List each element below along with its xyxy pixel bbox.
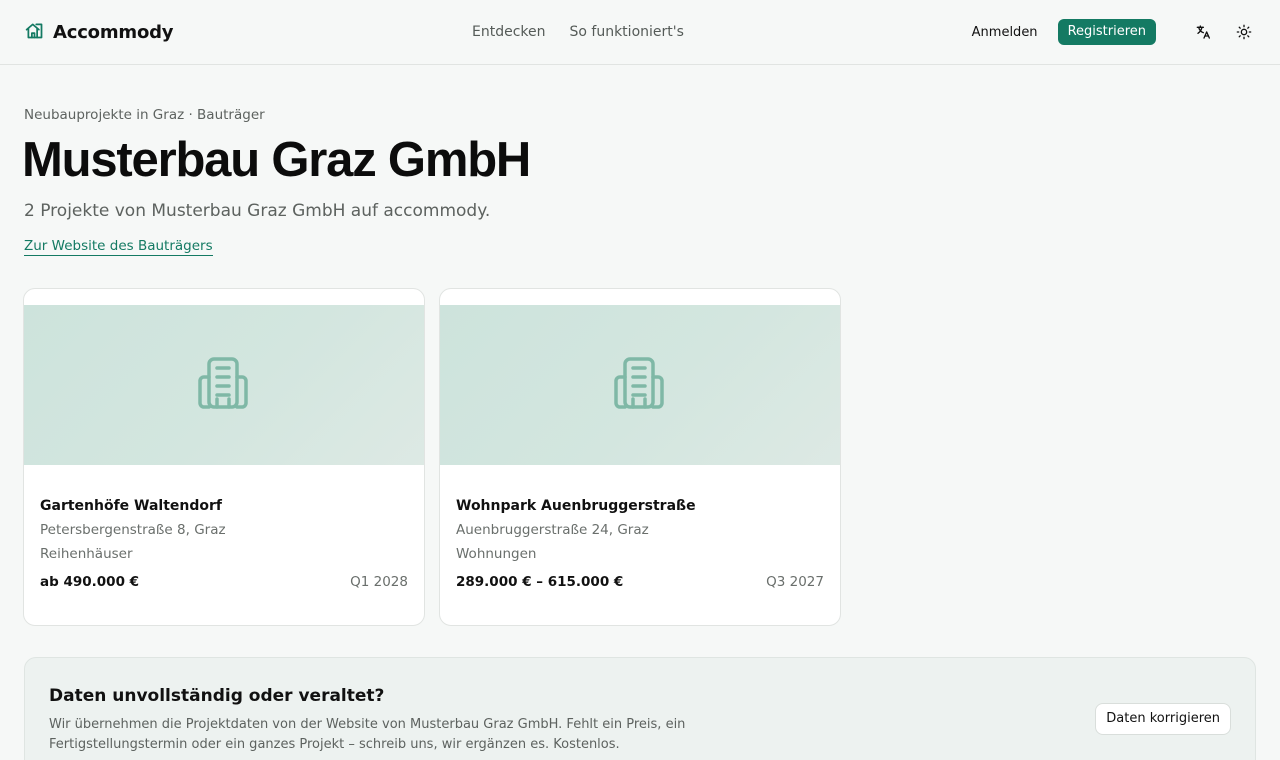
project-name: Wohnpark Auenbruggerstraße bbox=[456, 498, 696, 514]
correct-data-button[interactable]: Daten korrigieren bbox=[1095, 703, 1231, 735]
building-icon bbox=[612, 355, 668, 415]
project-name: Gartenhöfe Waltendorf bbox=[40, 498, 223, 514]
project-completion: Q1 2028 bbox=[350, 574, 408, 590]
breadcrumb: Neubauprojekte in Graz · Bauträger bbox=[24, 107, 265, 123]
project-completion: Q3 2027 bbox=[766, 574, 824, 590]
notice-text: Wir übernehmen die Projektdaten von der … bbox=[49, 717, 686, 752]
notice-title: Daten unvollständig oder veraltet? bbox=[49, 686, 385, 706]
sun-icon[interactable] bbox=[1236, 24, 1252, 40]
page-subtitle: 2 Projekte von Musterbau Graz GmbH auf a… bbox=[24, 201, 491, 221]
house-logo-icon bbox=[24, 20, 45, 45]
translate-icon[interactable] bbox=[1196, 24, 1212, 40]
project-image-placeholder bbox=[440, 305, 840, 465]
brand-name: Accommody bbox=[53, 21, 174, 43]
project-address: Auenbruggerstraße 24, Graz bbox=[456, 522, 649, 538]
project-address: Petersbergenstraße 8, Graz bbox=[40, 522, 226, 538]
project-type: Wohnungen bbox=[456, 546, 537, 562]
project-price: ab 490.000 € bbox=[40, 574, 140, 590]
project-card-gartenhoefe[interactable]: Gartenhöfe Waltendorf Petersbergenstraße… bbox=[23, 288, 425, 626]
project-card-wohnpark[interactable]: Wohnpark Auenbruggerstraße Auenbruggerst… bbox=[439, 288, 841, 626]
developer-website-link[interactable]: Zur Website des Bauträgers bbox=[24, 238, 213, 256]
nav-link-entdecken[interactable]: Entdecken bbox=[472, 24, 546, 40]
data-correction-notice: Daten unvollständig oder veraltet? Wir ü… bbox=[24, 657, 1256, 760]
top-header: Accommody Entdecken So funktioniert's An… bbox=[0, 0, 1280, 65]
main-nav: Entdecken So funktioniert's bbox=[472, 24, 684, 40]
building-icon bbox=[196, 355, 252, 415]
nav-link-so-funktionierts[interactable]: So funktioniert's bbox=[570, 24, 684, 40]
project-price: 289.000 € – 615.000 € bbox=[456, 574, 624, 590]
brand-logo[interactable]: Accommody bbox=[24, 20, 174, 45]
project-type: Reihenhäuser bbox=[40, 546, 133, 562]
header-actions: Anmelden Registrieren bbox=[972, 19, 1252, 45]
page-title: Musterbau Graz GmbH bbox=[22, 133, 531, 187]
project-image-placeholder bbox=[24, 305, 424, 465]
login-button[interactable]: Anmelden bbox=[972, 25, 1038, 40]
register-button[interactable]: Registrieren bbox=[1057, 19, 1156, 45]
